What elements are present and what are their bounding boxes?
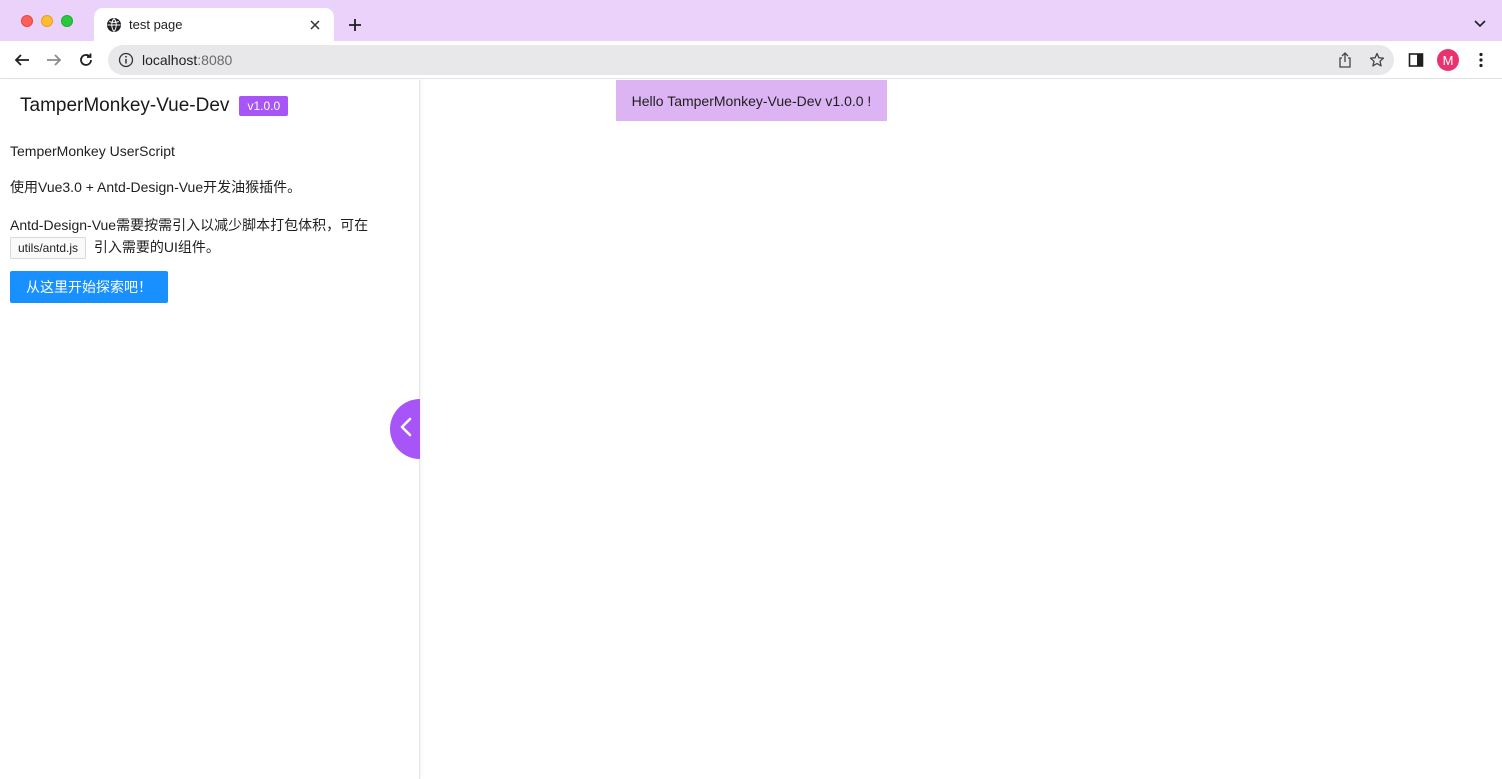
profile-avatar[interactable]: M <box>1437 49 1459 71</box>
address-url: localhost:8080 <box>142 52 232 68</box>
forward-arrow-icon[interactable] <box>42 48 66 72</box>
back-arrow-icon[interactable] <box>10 48 34 72</box>
intro-text: TemperMonkey UserScript <box>10 143 175 159</box>
usage-note: Antd-Design-Vue需要按需引入以减少脚本打包体积，可在 utils/… <box>10 214 390 259</box>
minimize-window-button[interactable] <box>41 15 53 27</box>
browser-titlebar: test page <box>0 0 1502 41</box>
stack-description: 使用Vue3.0 + Antd-Design-Vue开发油猴插件。 <box>10 179 302 195</box>
hello-banner: Hello TamperMonkey-Vue-Dev v1.0.0 ! <box>616 80 887 121</box>
side-panel-icon[interactable] <box>1405 49 1427 71</box>
address-bar[interactable]: localhost:8080 <box>108 45 1394 75</box>
drawer-header: TamperMonkey-Vue-Dev v1.0.0 <box>20 94 289 118</box>
version-badge: v1.0.0 <box>239 96 289 116</box>
share-icon[interactable] <box>1336 51 1354 69</box>
close-tab-icon[interactable] <box>306 16 324 34</box>
app-title: TamperMonkey-Vue-Dev <box>20 95 230 116</box>
reload-icon[interactable] <box>74 48 98 72</box>
explore-button[interactable]: 从这里开始探索吧！ <box>10 271 168 303</box>
new-tab-icon[interactable] <box>344 14 366 36</box>
sidebar-drawer: TamperMonkey-Vue-Dev v1.0.0 TemperMonkey… <box>0 80 420 779</box>
browser-tab[interactable]: test page <box>94 8 334 41</box>
tab-title: test page <box>129 17 183 32</box>
site-info-icon[interactable] <box>118 52 134 68</box>
close-window-button[interactable] <box>21 15 33 27</box>
chevron-left-icon <box>400 417 412 442</box>
more-menu-icon[interactable] <box>1470 49 1492 71</box>
usage-note-tail: 引入需要的UI组件。 <box>93 239 220 255</box>
code-path-tag: utils/antd.js <box>10 237 87 259</box>
tab-search-chevron-icon[interactable] <box>1470 14 1490 34</box>
maximize-window-button[interactable] <box>61 15 73 27</box>
url-port: :8080 <box>197 52 233 68</box>
globe-icon <box>106 17 122 33</box>
collapse-drawer-button[interactable] <box>390 399 420 459</box>
browser-toolbar: localhost:8080 M <box>0 41 1502 79</box>
bookmark-star-icon[interactable] <box>1368 51 1386 69</box>
usage-note-text: Antd-Design-Vue需要按需引入以减少脚本打包体积，可在 <box>10 217 369 233</box>
page-viewport: TamperMonkey-Vue-Dev v1.0.0 TemperMonkey… <box>0 80 1502 779</box>
url-host: localhost <box>142 52 198 68</box>
